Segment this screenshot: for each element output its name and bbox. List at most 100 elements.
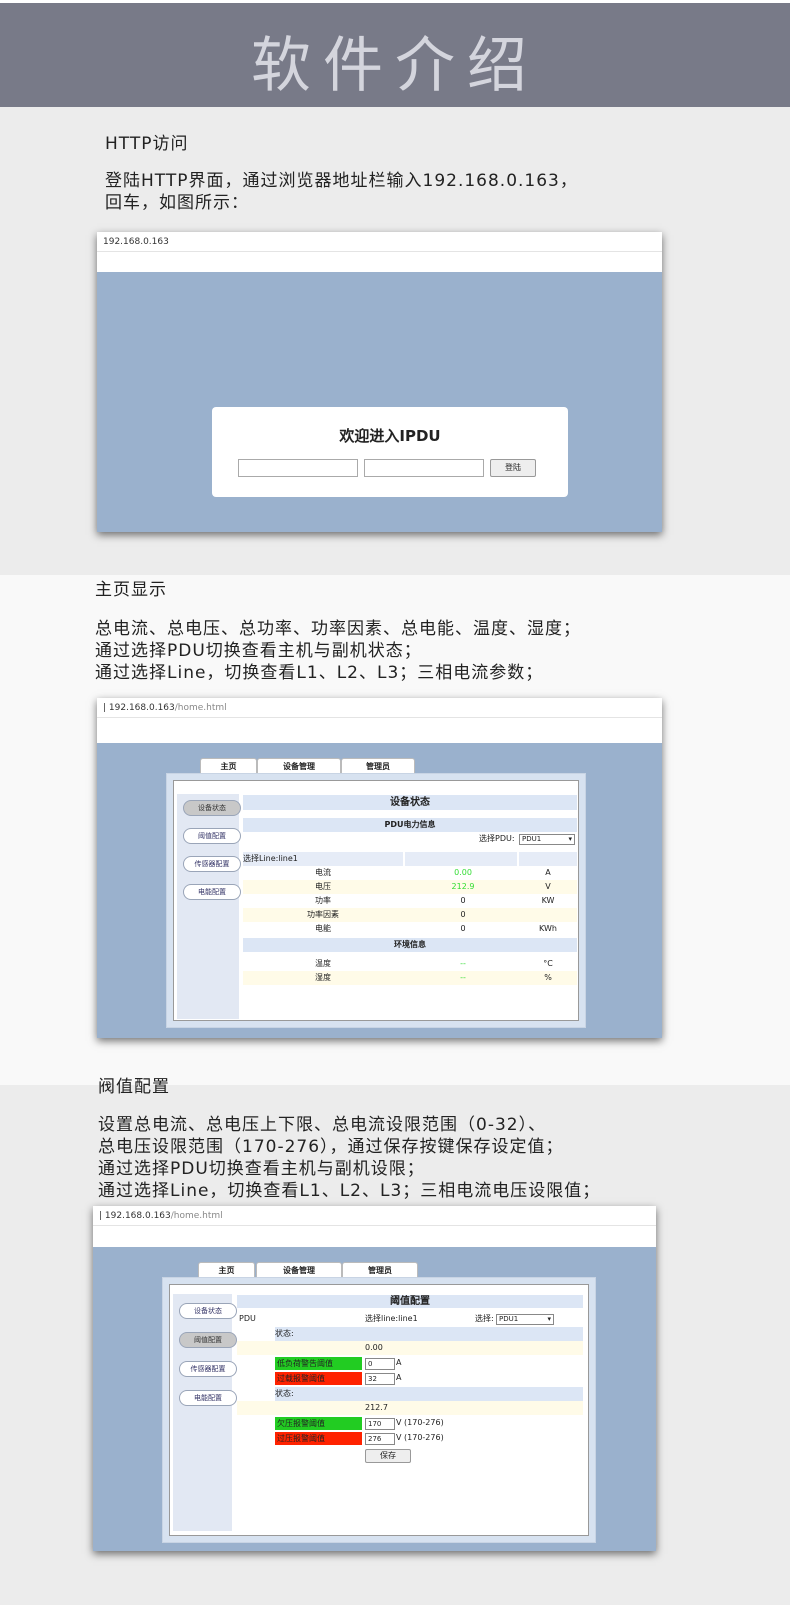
sidebar-item-sensor[interactable]: 传感器配置 — [183, 856, 241, 872]
sidebar-item-sensor[interactable]: 传感器配置 — [179, 1361, 237, 1377]
sidebar-item-threshold[interactable]: 阈值配置 — [179, 1332, 237, 1348]
table-row: 湿度 --% — [243, 971, 577, 985]
current-value-row: 0.00 — [237, 1341, 583, 1355]
status-label: 状态: — [275, 1329, 294, 1338]
section-heading: 主页显示 — [95, 580, 167, 600]
address-bar[interactable]: 192.168.0.163 — [97, 232, 662, 252]
address-bar[interactable]: | 192.168.0.163/home.html — [97, 698, 662, 718]
row-label: 温度 — [315, 959, 331, 968]
line-select-row: 选择Line:line1 — [243, 852, 577, 866]
status-label: 状态: — [275, 1389, 294, 1398]
panel-title: 设备状态 — [243, 795, 577, 810]
env-info-header: 环境信息 — [243, 938, 577, 952]
content-frame: 设备状态 阈值配置 传感器配置 电能配置 阈值配置 PDU 选择line:lin… — [162, 1277, 596, 1543]
tab-admin[interactable]: 管理员 — [341, 758, 415, 774]
tab-device-manage[interactable]: 设备管理 — [256, 1262, 342, 1278]
dropdown-arrow-icon: ▾ — [568, 835, 572, 843]
row-unit: KW — [541, 896, 555, 905]
sidebar-item-device-status[interactable]: 设备状态 — [183, 800, 241, 816]
voltage-value: 212.7 — [365, 1403, 388, 1412]
row-label: 电流 — [315, 868, 331, 877]
table-row: 功率因素 0 — [243, 908, 577, 922]
home-screenshot: | 192.168.0.163/home.html 主页 设备管理 管理员 设备… — [97, 698, 662, 1038]
row-label: 功率 — [315, 896, 331, 905]
select-pdu-dropdown[interactable]: PDU1 ▾ — [519, 834, 575, 845]
banner-title: 软件介绍 — [251, 31, 539, 101]
status-row: 状态: — [275, 1327, 583, 1341]
banner: 软件介绍 — [0, 0, 790, 107]
row-unit: % — [544, 973, 552, 982]
toolbar-strip — [97, 252, 662, 272]
low-load-unit: A — [396, 1358, 402, 1367]
row-label: 电压 — [315, 882, 331, 891]
pdu-label: PDU — [239, 1314, 256, 1323]
under-volt-input[interactable]: 170 — [365, 1418, 395, 1430]
section-heading: HTTP访问 — [105, 134, 189, 154]
status-row-2: 状态: — [275, 1387, 583, 1401]
tab-device-manage[interactable]: 设备管理 — [257, 758, 341, 774]
table-row: 温度 -- °C — [243, 957, 577, 971]
col-divider — [517, 852, 519, 866]
under-volt-unit: V (170-276) — [396, 1418, 444, 1427]
sidebar-item-device-status[interactable]: 设备状态 — [179, 1303, 237, 1319]
row-value: -- — [460, 973, 466, 982]
sidebar-item-threshold[interactable]: 阈值配置 — [183, 828, 241, 844]
section-text: 总电流、总电压、总功率、功率因素、总电能、温度、湿度； 通过选择PDU切换查看主… — [95, 619, 581, 683]
overload-unit: A — [396, 1373, 402, 1382]
row-value: 0 — [460, 924, 466, 933]
save-button[interactable]: 保存 — [365, 1449, 411, 1463]
under-volt-label: 欠压报警阈值 — [275, 1417, 362, 1430]
row-value: -- — [460, 959, 466, 968]
overload-input[interactable]: 32 — [365, 1373, 395, 1385]
sidebar: 设备状态 阈值配置 传感器配置 电能配置 — [173, 1294, 237, 1531]
over-volt-input[interactable]: 276 — [365, 1433, 395, 1445]
select-line-label[interactable]: 选择Line:line1 — [243, 854, 298, 863]
table-row: 电流 0.00 A — [243, 866, 577, 880]
row-value: 0.00 — [454, 868, 472, 877]
table-row: 电压 212.9 V — [243, 880, 577, 894]
address-bar[interactable]: | 192.168.0.163/home.html — [93, 1206, 656, 1226]
section-heading: 阀值配置 — [98, 1077, 170, 1097]
toolbar-strip — [97, 718, 662, 743]
col-divider — [403, 852, 405, 866]
section-threshold-config: 阀值配置 设置总电流、总电压上下限、总电流设限范围（0-32）、 总电压设限范围… — [0, 1077, 790, 1605]
tab-admin[interactable]: 管理员 — [342, 1262, 418, 1278]
row-value: 212.9 — [451, 882, 475, 891]
row-unit: A — [545, 868, 551, 877]
sidebar-item-energy[interactable]: 电能配置 — [179, 1390, 237, 1406]
select-label: 选择: — [475, 1314, 494, 1323]
section-home-display: 主页显示 总电流、总电压、总功率、功率因素、总电能、温度、湿度； 通过选择PDU… — [0, 575, 790, 1085]
threshold-screenshot: | 192.168.0.163/home.html 主页 设备管理 管理员 设备… — [93, 1206, 656, 1551]
voltage-value-row: 212.7 — [237, 1401, 583, 1415]
row-value: 0 — [460, 910, 466, 919]
pdu-info-header: PDU电力信息 — [243, 818, 577, 832]
row-label: 功率因素 — [307, 910, 339, 919]
row-unit: °C — [543, 959, 553, 968]
login-box: 欢迎进入IPDU 登陆 — [212, 407, 568, 497]
low-load-label: 低负荷警告阈值 — [275, 1357, 362, 1370]
section-http-access: HTTP访问 登陆HTTP界面，通过浏览器地址栏输入192.168.0.163，… — [0, 107, 790, 575]
table-row: 电能 0 KWh — [243, 922, 577, 936]
dropdown-arrow-icon: ▾ — [547, 1315, 551, 1323]
tab-home[interactable]: 主页 — [198, 1262, 255, 1278]
select-pdu-dropdown[interactable]: PDU1 ▾ — [496, 1314, 554, 1325]
tab-home[interactable]: 主页 — [200, 758, 257, 774]
table-row: 功率 0 KW — [243, 894, 577, 908]
current-value: 0.00 — [365, 1343, 383, 1352]
login-title: 欢迎进入IPDU — [339, 427, 441, 445]
content-panel: 设备状态 阈值配置 传感器配置 电能配置 阈值配置 PDU 选择line:lin… — [169, 1284, 589, 1536]
select-line-label[interactable]: 选择line:line1 — [365, 1312, 418, 1326]
select-pdu-label: 选择PDU: — [479, 834, 515, 843]
row-label: 电能 — [315, 924, 331, 933]
sidebar-item-energy[interactable]: 电能配置 — [183, 884, 241, 900]
low-load-input[interactable]: 0 — [365, 1358, 395, 1370]
row-unit: V — [545, 882, 551, 891]
login-button[interactable]: 登陆 — [490, 459, 536, 477]
username-input[interactable] — [238, 459, 358, 477]
password-input[interactable] — [364, 459, 484, 477]
section-text: 登陆HTTP界面，通过浏览器地址栏输入192.168.0.163， 回车，如图所… — [105, 171, 578, 213]
toolbar-strip — [93, 1226, 656, 1247]
row-label: 湿度 — [315, 973, 331, 982]
content-frame: 设备状态 阈值配置 传感器配置 电能配置 设备状态 PDU电力信息 选择PDU:… — [166, 773, 586, 1028]
over-volt-unit: V (170-276) — [396, 1433, 444, 1442]
